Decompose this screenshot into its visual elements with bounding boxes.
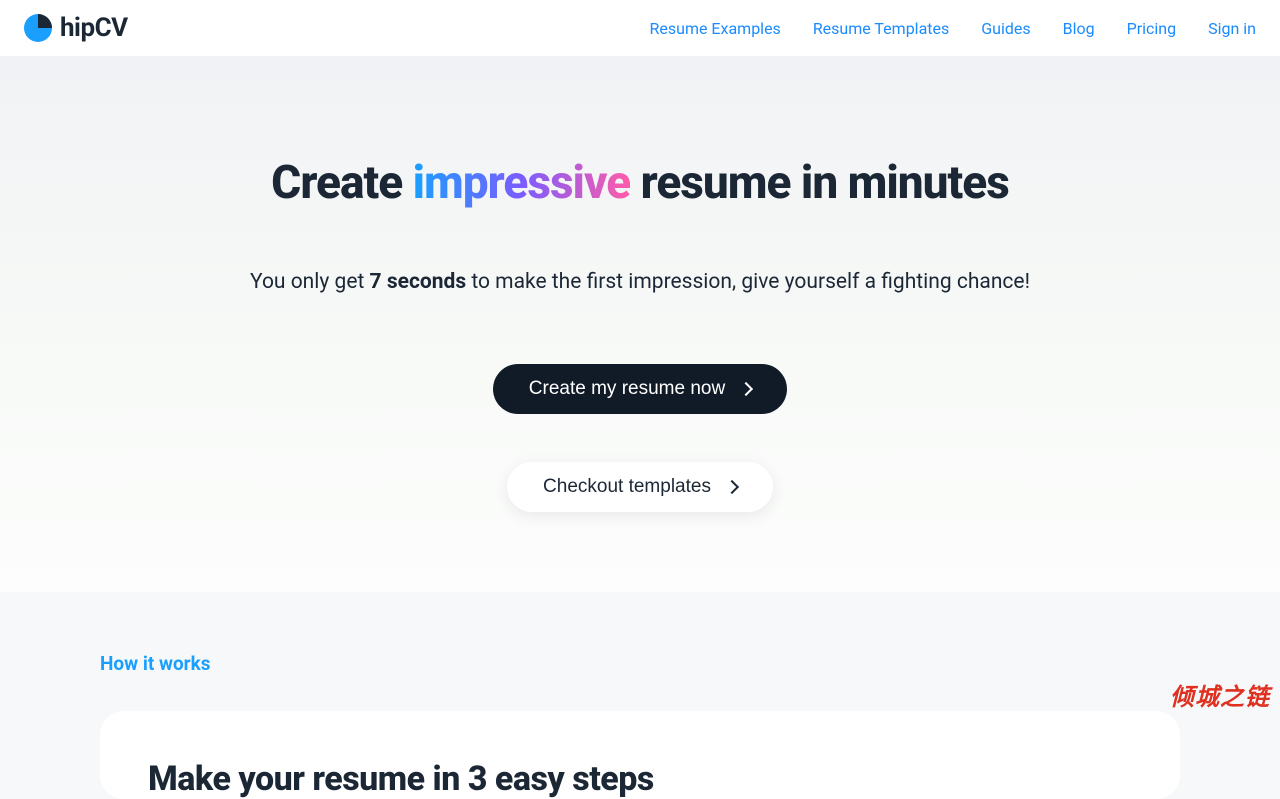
- cta-group: Create my resume now Checkout templates: [40, 364, 1240, 512]
- section-label: How it works: [100, 652, 1180, 675]
- hero-title-pre: Create: [271, 156, 412, 210]
- hero-subtitle: You only get 7 seconds to make the first…: [40, 270, 1240, 294]
- steps-card-title: Make your resume in 3 easy steps: [148, 759, 1132, 799]
- chevron-right-icon: [739, 382, 753, 396]
- main-header: hipCV Resume Examples Resume Templates G…: [0, 0, 1280, 56]
- nav-resume-examples[interactable]: Resume Examples: [650, 19, 781, 38]
- watermark-text: 倾城之链: [1170, 677, 1270, 712]
- logo[interactable]: hipCV: [24, 13, 128, 43]
- hero-title-highlight: impressive: [413, 156, 631, 210]
- logo-icon: [24, 14, 52, 42]
- nav-blog[interactable]: Blog: [1063, 19, 1095, 38]
- how-it-works-section: How it works Make your resume in 3 easy …: [0, 592, 1280, 799]
- nav-pricing[interactable]: Pricing: [1127, 19, 1177, 38]
- hero-subtitle-post: to make the first impression, give yours…: [466, 270, 1030, 294]
- hero-title-post: resume in minutes: [630, 156, 1009, 210]
- hero-subtitle-pre: You only get: [250, 270, 370, 294]
- chevron-right-icon: [725, 480, 739, 494]
- nav-guides[interactable]: Guides: [981, 19, 1030, 38]
- hero-title: Create impressive resume in minutes: [40, 156, 1240, 210]
- create-resume-label: Create my resume now: [529, 378, 725, 400]
- nav-sign-in[interactable]: Sign in: [1208, 19, 1256, 38]
- checkout-templates-button[interactable]: Checkout templates: [507, 462, 773, 512]
- logo-text: hipCV: [60, 13, 128, 43]
- hero-section: Create impressive resume in minutes You …: [0, 56, 1280, 592]
- nav-resume-templates[interactable]: Resume Templates: [813, 19, 949, 38]
- steps-card: Make your resume in 3 easy steps: [100, 711, 1180, 799]
- hero-subtitle-bold: 7 seconds: [370, 270, 467, 294]
- main-nav: Resume Examples Resume Templates Guides …: [650, 19, 1256, 38]
- checkout-templates-label: Checkout templates: [543, 476, 711, 498]
- create-resume-button[interactable]: Create my resume now: [493, 364, 787, 414]
